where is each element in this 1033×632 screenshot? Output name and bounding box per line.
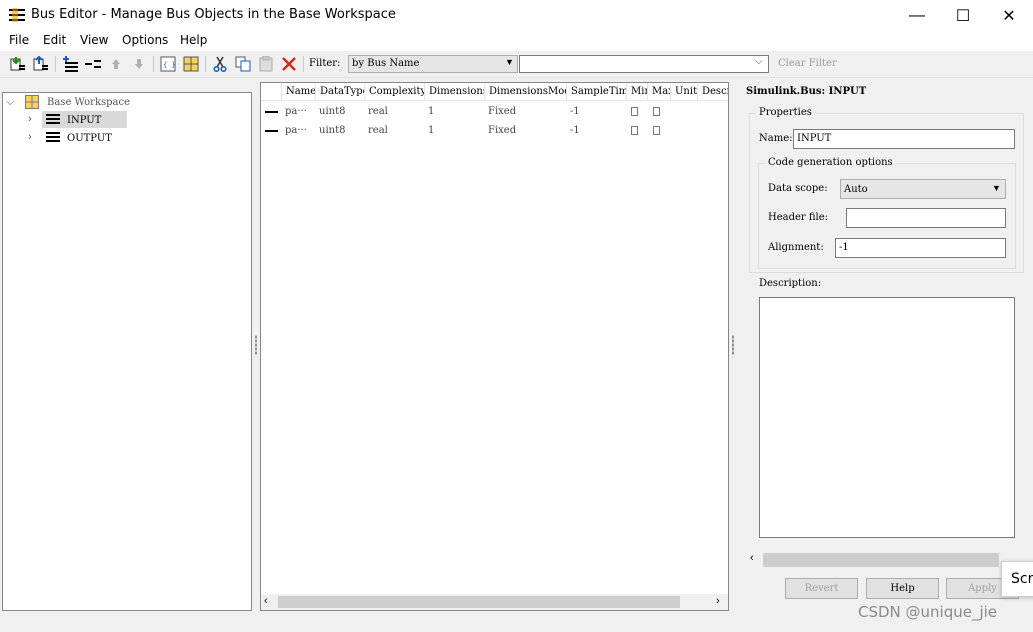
codegen-group-label: Code generation options bbox=[765, 157, 896, 168]
column-header[interactable]: DimensionsMode bbox=[484, 83, 566, 101]
column-header[interactable]: DataType bbox=[315, 83, 364, 101]
tree-item-input[interactable]: INPUT bbox=[67, 115, 101, 126]
cell-complexity[interactable]: real bbox=[364, 123, 424, 139]
revert-button[interactable]: Revert bbox=[785, 578, 858, 599]
dropdown-arrow-icon: ▼ bbox=[505, 57, 514, 67]
bus-icon bbox=[46, 114, 60, 124]
scrollbar-thumb[interactable] bbox=[278, 596, 680, 608]
paste-icon[interactable] bbox=[256, 54, 276, 74]
filter-mode-value: by Bus Name bbox=[352, 58, 420, 69]
column-header[interactable]: Max bbox=[647, 83, 670, 101]
scroll-right-icon[interactable]: › bbox=[716, 595, 720, 607]
toolbar-separator bbox=[55, 56, 56, 72]
column-header[interactable]: Dimensions bbox=[424, 83, 484, 101]
svg-text:{ }: { } bbox=[163, 61, 176, 69]
tooltip: Scr bbox=[1001, 561, 1033, 597]
cut-icon[interactable] bbox=[210, 54, 230, 74]
bus-tree-panel bbox=[2, 92, 252, 611]
scroll-left-icon[interactable]: ‹ bbox=[750, 552, 754, 564]
filter-input[interactable] bbox=[519, 55, 769, 73]
move-up-icon[interactable] bbox=[106, 54, 126, 74]
import-icon[interactable] bbox=[8, 54, 28, 74]
cell-name[interactable]: pa··· bbox=[281, 104, 315, 120]
cell-name[interactable]: pa··· bbox=[281, 123, 315, 139]
tree-item-output[interactable]: OUTPUT bbox=[67, 133, 112, 144]
alignment-label: Alignment: bbox=[768, 242, 824, 253]
bus-object-icon[interactable]: { } bbox=[158, 54, 178, 74]
cell-dimensions-mode[interactable]: Fixed bbox=[484, 104, 566, 120]
element-icon bbox=[265, 130, 278, 132]
grid-icon[interactable] bbox=[181, 54, 201, 74]
description-textarea[interactable] bbox=[759, 297, 1015, 538]
menu-edit[interactable]: Edit bbox=[43, 33, 66, 47]
clear-filter-button[interactable]: Clear Filter bbox=[778, 58, 837, 69]
toolbar-separator bbox=[303, 56, 304, 72]
cell-dimensions[interactable]: 1 bbox=[424, 104, 484, 120]
column-header[interactable]: Unit bbox=[670, 83, 697, 101]
cell-max[interactable] bbox=[653, 126, 660, 135]
data-scope-label: Data scope: bbox=[768, 183, 828, 194]
add-element-icon[interactable] bbox=[83, 54, 103, 74]
move-down-icon[interactable] bbox=[129, 54, 149, 74]
copy-icon[interactable] bbox=[233, 54, 253, 74]
splitter-handle[interactable] bbox=[732, 335, 734, 355]
column-header[interactable]: Complexity bbox=[364, 83, 424, 101]
help-button[interactable]: Help bbox=[866, 578, 939, 599]
menu-help[interactable]: Help bbox=[180, 33, 207, 47]
menu-file[interactable]: File bbox=[9, 33, 29, 47]
column-header[interactable]: Min bbox=[626, 83, 647, 101]
delete-icon[interactable] bbox=[279, 54, 299, 74]
maximize-button[interactable]: ☐ bbox=[940, 0, 986, 31]
cell-min[interactable] bbox=[631, 107, 638, 116]
column-header[interactable]: Description bbox=[697, 83, 728, 101]
cell-sample-time[interactable]: -1 bbox=[566, 104, 626, 120]
menu-view[interactable]: View bbox=[80, 33, 108, 47]
watermark: CSDN @unique_jie bbox=[858, 603, 998, 621]
tree-root-label[interactable]: Base Workspace bbox=[47, 97, 130, 108]
properties-horizontal-scrollbar[interactable] bbox=[763, 553, 999, 567]
elements-table bbox=[260, 82, 729, 611]
chevron-down-icon[interactable]: ⌵ bbox=[6, 96, 14, 109]
workspace-icon bbox=[25, 95, 39, 109]
dropdown-arrow-icon: ▼ bbox=[992, 183, 1001, 193]
header-file-label: Header file: bbox=[768, 212, 829, 223]
cell-datatype[interactable]: uint8 bbox=[315, 104, 364, 120]
alignment-field[interactable]: -1 bbox=[835, 238, 1006, 258]
menu-options[interactable]: Options bbox=[122, 33, 168, 47]
chevron-right-icon[interactable]: › bbox=[28, 131, 32, 143]
toolbar-separator bbox=[205, 56, 206, 72]
toolbar-separator bbox=[153, 56, 154, 72]
add-bus-icon[interactable] bbox=[60, 54, 80, 74]
name-label: Name: bbox=[759, 133, 793, 144]
cell-min[interactable] bbox=[631, 126, 638, 135]
description-label: Description: bbox=[759, 278, 822, 289]
header-file-field[interactable] bbox=[846, 208, 1006, 228]
column-header[interactable]: SampleTime bbox=[566, 83, 626, 101]
cell-complexity[interactable]: real bbox=[364, 104, 424, 120]
cell-datatype[interactable]: uint8 bbox=[315, 123, 364, 139]
cell-max[interactable] bbox=[653, 107, 660, 116]
cell-dimensions-mode[interactable]: Fixed bbox=[484, 123, 566, 139]
properties-group-label: Properties bbox=[756, 107, 815, 118]
splitter-handle[interactable] bbox=[255, 335, 257, 355]
scroll-left-icon[interactable]: ‹ bbox=[264, 595, 268, 607]
filter-label: Filter: bbox=[309, 58, 341, 69]
window-title: Bus Editor - Manage Bus Objects in the B… bbox=[31, 7, 396, 22]
chevron-right-icon[interactable]: › bbox=[28, 113, 32, 125]
close-window-button[interactable]: ✕ bbox=[986, 0, 1032, 31]
element-icon bbox=[265, 111, 278, 113]
chevron-down-icon[interactable]: ⌵ bbox=[755, 56, 763, 67]
cell-dimensions[interactable]: 1 bbox=[424, 123, 484, 139]
column-header[interactable]: Name bbox=[281, 83, 315, 101]
export-icon[interactable] bbox=[31, 54, 51, 74]
minimize-button[interactable]: — bbox=[894, 0, 940, 31]
bus-icon bbox=[46, 132, 60, 142]
bus-editor-app-icon bbox=[9, 8, 25, 22]
properties-title: Simulink.Bus: INPUT bbox=[746, 86, 867, 97]
cell-sample-time[interactable]: -1 bbox=[566, 123, 626, 139]
data-scope-value: Auto bbox=[844, 184, 868, 195]
name-field[interactable]: INPUT bbox=[793, 129, 1015, 149]
